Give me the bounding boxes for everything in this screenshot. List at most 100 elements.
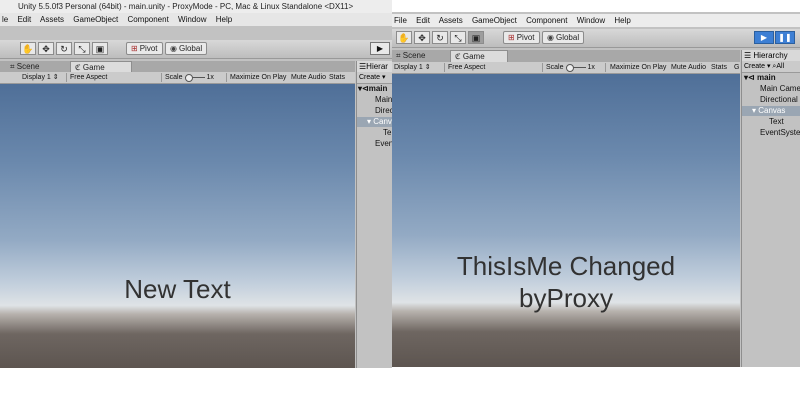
- global-label: Global: [178, 44, 203, 53]
- divider: [161, 73, 162, 82]
- menu-assets[interactable]: Assets: [439, 16, 463, 25]
- play-button[interactable]: ▶: [754, 31, 774, 44]
- scale-tool-icon[interactable]: ⤡: [74, 42, 90, 55]
- rotate-tool-icon[interactable]: ↻: [56, 42, 72, 55]
- game-view[interactable]: ThisIsMe Changed byProxy: [392, 74, 740, 367]
- hierarchy-item-label: Canvas: [758, 106, 786, 115]
- hierarchy-icon: ☰: [744, 51, 754, 60]
- hierarchy-item-label: Canv: [373, 117, 392, 126]
- hierarchy-search[interactable]: All: [776, 63, 784, 70]
- hierarchy-item[interactable]: Direc: [357, 106, 392, 116]
- mute-audio-toggle[interactable]: Mute Audio: [289, 72, 326, 83]
- menu-gameobject[interactable]: GameObject: [472, 16, 517, 25]
- menu-window[interactable]: Window: [577, 16, 605, 25]
- mute-audio-toggle[interactable]: Mute Audio: [669, 62, 706, 73]
- menu-edit[interactable]: Edit: [17, 15, 31, 24]
- game-text-line-2: byProxy: [519, 283, 613, 313]
- hierarchy-title: Hierar: [366, 62, 388, 71]
- display-dropdown[interactable]: Display 1 ⇕: [20, 72, 59, 83]
- pivot-label: Pivot: [516, 33, 535, 42]
- menu-assets[interactable]: Assets: [40, 15, 64, 24]
- scene-icon: ⌗: [10, 62, 17, 71]
- divider: [226, 73, 227, 82]
- aspect-dropdown[interactable]: Free Aspect: [68, 72, 107, 83]
- hierarchy-item-selected[interactable]: ▾ Canvas: [742, 106, 800, 116]
- divider: [66, 73, 67, 82]
- pivot-toggle[interactable]: ⊞ Pivot: [126, 42, 163, 55]
- toolbar: ✋ ✥ ↻ ⤡ ▣ ⊞ Pivot ◉ Global ▶: [0, 40, 392, 59]
- menu-help[interactable]: Help: [614, 16, 630, 25]
- left-editor-window: Unity 5.5.0f3 Personal (64bit) - main.un…: [0, 0, 392, 368]
- menu-file[interactable]: le: [2, 15, 8, 24]
- pause-button[interactable]: ❚❚: [775, 31, 795, 44]
- scene-icon: ⌗: [396, 51, 403, 60]
- scale-slider[interactable]: [565, 63, 586, 72]
- unity-scene-icon: ▾⊲: [358, 84, 369, 93]
- maximize-on-play-toggle[interactable]: Maximize On Play: [228, 72, 286, 83]
- rotate-tool-icon[interactable]: ↻: [432, 31, 448, 44]
- hierarchy-item[interactable]: Main Camer: [742, 84, 800, 94]
- scale-slider[interactable]: [184, 73, 205, 82]
- menu-gameobject[interactable]: GameObject: [73, 15, 118, 24]
- tab-game[interactable]: ℭ Game: [450, 50, 508, 62]
- pivot-label: Pivot: [139, 44, 158, 53]
- move-tool-icon[interactable]: ✥: [38, 42, 54, 55]
- hierarchy-item[interactable]: Te: [357, 128, 392, 138]
- move-tool-icon[interactable]: ✥: [414, 31, 430, 44]
- global-icon: ◉: [547, 33, 554, 42]
- global-toggle[interactable]: ◉ Global: [542, 31, 585, 44]
- rect-tool-icon[interactable]: ▣: [468, 31, 484, 44]
- scene-row[interactable]: ▾⊲ main: [742, 73, 800, 83]
- hierarchy-item[interactable]: EventSyster: [742, 128, 800, 138]
- tab-scene-label: Scene: [16, 62, 40, 71]
- hierarchy-item[interactable]: Main: [357, 95, 392, 105]
- scene-label: main: [756, 73, 776, 82]
- scale-tool-icon[interactable]: ⤡: [450, 31, 466, 44]
- global-icon: ◉: [170, 44, 177, 53]
- pivot-icon: ⊞: [131, 44, 138, 53]
- scale-value: 1x: [206, 74, 214, 81]
- display-dropdown[interactable]: Display 1 ⇕: [392, 62, 431, 73]
- view-tabs: ⌗ Scene ℭ Game: [392, 50, 740, 62]
- maximize-on-play-toggle[interactable]: Maximize On Play: [608, 62, 666, 73]
- hand-tool-icon[interactable]: ✋: [20, 42, 36, 55]
- stats-toggle[interactable]: Stats: [709, 62, 727, 73]
- hierarchy-item[interactable]: Text: [742, 117, 800, 127]
- scale-control[interactable]: Scale 1x: [163, 72, 214, 83]
- pivot-toggle[interactable]: ⊞ Pivot: [503, 31, 540, 44]
- global-toggle[interactable]: ◉ Global: [165, 42, 208, 55]
- menu-file[interactable]: File: [394, 16, 407, 25]
- tab-scene-label: Scene: [402, 51, 426, 60]
- chevron-down-icon: ⇕: [424, 64, 431, 71]
- tab-game-label: Game: [462, 52, 485, 61]
- menu-window[interactable]: Window: [178, 15, 206, 24]
- aspect-dropdown[interactable]: Free Aspect: [446, 62, 485, 73]
- scale-control[interactable]: Scale 1x: [544, 62, 595, 73]
- scale-label: Scale: [165, 74, 183, 81]
- play-button[interactable]: ▶: [370, 42, 390, 55]
- divider: [542, 63, 543, 72]
- create-dropdown[interactable]: Create: [359, 74, 380, 81]
- game-icon: ℭ: [75, 63, 83, 72]
- scene-row[interactable]: ▾⊲main: [357, 84, 392, 94]
- rect-tool-icon[interactable]: ▣: [92, 42, 108, 55]
- scene-label: main: [368, 84, 388, 93]
- tab-scene[interactable]: ⌗ Scene: [392, 50, 450, 62]
- hand-tool-icon[interactable]: ✋: [396, 31, 412, 44]
- game-text: ThisIsMe Changed byProxy: [392, 250, 740, 314]
- menu-component[interactable]: Component: [526, 16, 567, 25]
- game-view[interactable]: New Text: [0, 84, 355, 368]
- menu-component[interactable]: Component: [127, 15, 168, 24]
- tab-game-label: Game: [82, 63, 105, 72]
- toolbar: ✋ ✥ ↻ ⤡ ▣ ⊞ Pivot ◉ Global ▶ ❚❚: [392, 29, 800, 48]
- hierarchy-item-selected[interactable]: ▾ Canv: [357, 117, 392, 127]
- gizmos-toggle[interactable]: G: [732, 62, 739, 73]
- menu-help[interactable]: Help: [216, 15, 232, 24]
- create-dropdown[interactable]: Create: [744, 63, 765, 70]
- menu-edit[interactable]: Edit: [416, 16, 430, 25]
- menu-bar: le Edit Assets GameObject Component Wind…: [0, 13, 392, 26]
- unity-scene-icon: ▾⊲: [744, 73, 757, 82]
- hierarchy-item[interactable]: Even: [357, 139, 392, 149]
- stats-toggle[interactable]: Stats: [327, 72, 345, 83]
- hierarchy-item[interactable]: Directional: [742, 95, 800, 105]
